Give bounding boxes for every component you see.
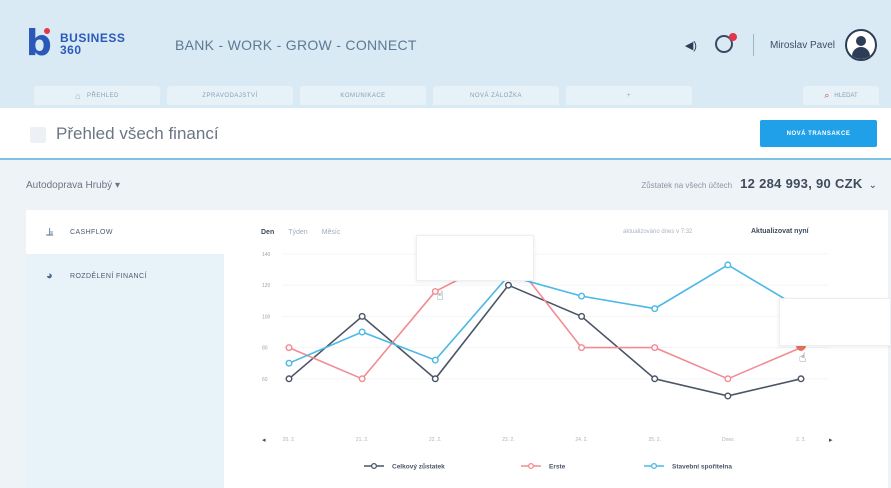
- legend-label: Erste: [549, 464, 566, 471]
- hand-cursor-icon: ☝: [799, 351, 806, 365]
- home-icon: ⌂: [75, 90, 82, 101]
- data-point: [358, 328, 366, 336]
- x-tick-label: 21. 2.: [356, 437, 369, 443]
- sidebar-item-rozdeleni[interactable]: ◕ ROZDĚLENÍ FINANCÍ: [26, 254, 224, 298]
- data-point: [578, 292, 586, 300]
- account-bar: Autodoprava Hrubý ▾ Zůstatek na všech úč…: [0, 162, 891, 210]
- x-tick-label: 23. 2.: [502, 437, 515, 443]
- data-point: [651, 344, 659, 352]
- tab-label: Přehled: [87, 92, 119, 99]
- logo-dot: [44, 28, 50, 34]
- data-point: [651, 305, 659, 313]
- page-title: Přehled všech financí: [56, 124, 219, 143]
- legend-marker: [527, 462, 535, 470]
- sidebar: ⫡ CASHFLOW ◕ ROZDĚLENÍ FINANCÍ: [26, 210, 224, 488]
- y-tick-label: 140: [262, 252, 271, 258]
- avatar-head: [856, 36, 866, 46]
- account-selector[interactable]: Autodoprava Hrubý ▾: [26, 180, 120, 191]
- speaker-icon[interactable]: ◀): [685, 39, 697, 52]
- x-tick-label: 20. 2.: [283, 437, 296, 443]
- avatar[interactable]: [845, 29, 877, 61]
- line-chart-icon: ⫡: [46, 225, 54, 238]
- hand-cursor-icon: ☝: [436, 288, 443, 302]
- tab-label: Nová záložka: [469, 92, 522, 99]
- user-name[interactable]: Miroslav Pavel: [770, 40, 835, 51]
- data-point: [431, 356, 439, 364]
- logo-line-2: 360: [60, 43, 82, 57]
- chevron-down-icon: ▾: [114, 180, 120, 191]
- legend-marker: [370, 462, 378, 470]
- sidebar-item-cashflow[interactable]: ⫡ CASHFLOW: [26, 210, 224, 254]
- avatar-body: [852, 47, 870, 59]
- nav-tabs: ⌂ Přehled Zpravodajství Komunikace Nová …: [34, 86, 692, 105]
- legend-label: Stavební spořitelna: [672, 464, 732, 471]
- sidebar-item-label: CASHFLOW: [70, 228, 113, 236]
- data-point: [724, 375, 732, 383]
- sidebar-item-label: ROZDĚLENÍ FINANCÍ: [70, 272, 147, 280]
- data-point: [358, 312, 366, 320]
- tab-zpravodajstvi[interactable]: Zpravodajství: [167, 86, 293, 105]
- search-icon: ⌕: [824, 90, 830, 100]
- data-point: [285, 344, 293, 352]
- finance-panel: ⫡ CASHFLOW ◕ ROZDĚLENÍ FINANCÍ Den Týden…: [26, 210, 891, 488]
- legend-marker: [650, 462, 658, 470]
- data-point: [358, 375, 366, 383]
- data-point: [797, 375, 805, 383]
- y-tick-label: 100: [262, 314, 271, 320]
- divider: [752, 34, 754, 56]
- pie-chart-icon: ◕: [46, 270, 54, 282]
- header-actions: ◀) Miroslav Pavel: [685, 28, 877, 62]
- data-point: [578, 312, 586, 320]
- app-header: b BUSINESS 360 BANK - WORK - GROW - CONN…: [0, 0, 891, 108]
- scroll-left-icon: ◂: [262, 436, 266, 444]
- y-tick-label: 120: [262, 283, 271, 289]
- data-point: [285, 359, 293, 367]
- account-name: Autodoprava Hrubý: [26, 180, 113, 191]
- tab-label: Komunikace: [340, 92, 386, 99]
- logo-text: BUSINESS 360: [60, 32, 125, 56]
- data-point: [285, 375, 293, 383]
- series-line: [288, 263, 802, 364]
- total-balance[interactable]: Zůstatek na všech účtech 12 284 993, 90 …: [641, 176, 877, 191]
- tab-add[interactable]: +: [566, 86, 692, 105]
- page-title-bar: Přehled všech financí NOVÁ TRANSAKCE: [0, 108, 891, 160]
- notification-badge: [728, 33, 737, 41]
- business360-logo[interactable]: b BUSINESS 360: [26, 24, 146, 64]
- scroll-right-icon: ▸: [829, 436, 833, 444]
- data-point: [651, 375, 659, 383]
- chevron-down-icon: ⌄: [868, 180, 877, 191]
- x-tick-label: 25. 2.: [648, 437, 661, 443]
- y-tick-label: 80: [262, 346, 268, 352]
- x-tick-label: Dnes: [722, 437, 734, 443]
- balance-value: 12 284 993, 90 CZK: [740, 176, 863, 191]
- tab-nova-zalozka[interactable]: Nová záložka: [433, 86, 559, 105]
- search-label: Hledat: [834, 92, 858, 99]
- x-tick-label: 24. 2.: [575, 437, 588, 443]
- data-point: [504, 281, 512, 289]
- x-tick-label: 2. 3.: [796, 437, 806, 443]
- cashflow-line-chart: 140 120 100 80 60 ◂ ▸ 20. 2. 21. 2. 22. 2. 23. 2. 2…: [262, 250, 833, 471]
- x-tick-label: 22. 2.: [429, 437, 442, 443]
- chart-tooltip: [416, 235, 534, 281]
- data-point: [578, 344, 586, 352]
- new-transaction-button[interactable]: NOVÁ TRANSAKCE: [760, 120, 877, 147]
- data-point: [724, 392, 732, 400]
- tab-label: +: [626, 92, 631, 99]
- data-point: [431, 375, 439, 383]
- data-point: [724, 261, 732, 269]
- notification-icon[interactable]: [714, 33, 737, 55]
- tab-prehled[interactable]: ⌂ Přehled: [34, 86, 160, 105]
- tab-komunikace[interactable]: Komunikace: [300, 86, 426, 105]
- y-tick-label: 60: [262, 377, 268, 383]
- cashflow-chart-area: Den Týden Měsíc aktualizováno dnes v 7:3…: [224, 210, 891, 488]
- tagline: BANK - WORK - GROW - CONNECT: [175, 37, 417, 53]
- page-icon: [30, 127, 46, 143]
- chart-tooltip: [779, 298, 891, 346]
- legend-label: Celkový zůstatek: [392, 463, 445, 471]
- balance-label: Zůstatek na všech účtech: [641, 181, 733, 190]
- search-tab[interactable]: ⌕ Hledat: [803, 86, 879, 105]
- tab-label: Zpravodajství: [202, 92, 258, 99]
